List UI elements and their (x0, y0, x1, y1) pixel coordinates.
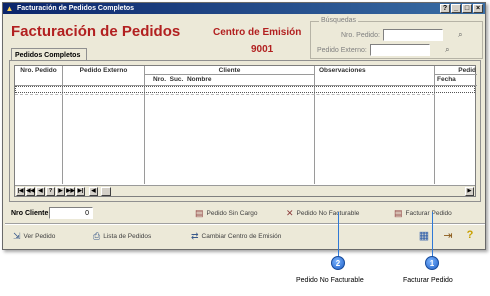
pedido-no-facturable-button[interactable]: ✕ Pedido No Facturable (286, 208, 359, 219)
col-nro-pedido[interactable]: Nro. Pedido (15, 66, 63, 86)
tab-panel: Nro. Pedido Pedido Externo Cliente Nro. … (9, 60, 481, 202)
nav-prev-page-button[interactable]: ◀◀ (26, 186, 35, 196)
col-pedido[interactable]: Pedid Fecha (435, 66, 477, 86)
exit-door-icon[interactable]: ⇥ (441, 228, 455, 242)
table-row-separator (15, 94, 435, 95)
pedido-sin-cargo-label: Pedido Sin Cargo (206, 210, 258, 217)
lista-de-pedidos-button[interactable]: ⎙ Lista de Pedidos (93, 231, 151, 242)
callout-label-2: Pedido No Facturable (296, 277, 364, 284)
nav-page-button[interactable]: ? (46, 186, 55, 196)
nro-pedido-label: Nro. Pedido: (341, 31, 380, 39)
grid-divider (62, 86, 63, 184)
callout-line-2 (338, 212, 339, 257)
col-pedido-externo[interactable]: Pedido Externo (63, 66, 145, 86)
col-cliente-nombre: Nombre (186, 76, 212, 83)
centro-emision-label: Centro de Emisión (213, 27, 302, 38)
col-observaciones[interactable]: Observaciones (315, 66, 435, 86)
pedido-no-facturable-label: Pedido No Facturable (296, 210, 360, 217)
col-cliente-suc: Suc. (169, 76, 184, 83)
col-pedido-label: Pedid (435, 66, 477, 75)
callout-badge-2: 2 (331, 256, 345, 270)
facturar-pedido-label: Facturar Pedido (405, 210, 452, 217)
horizontal-scrollbar-thumb[interactable] (101, 186, 111, 196)
window-controls: ? _ □ × (440, 4, 483, 13)
cambiar-centro-button[interactable]: ⇄ Cambiar Centro de Emisión (191, 231, 281, 242)
scroll-left-button[interactable]: ◀ (89, 186, 98, 196)
pedido-externo-label: Pedido Externo: (317, 46, 367, 54)
help-icon[interactable]: ? (463, 228, 477, 242)
view-icon: ⇲ (13, 231, 21, 241)
page-title: Facturación de Pedidos (11, 23, 181, 40)
nro-pedido-search-icon[interactable]: ⌕ (455, 30, 466, 41)
app-icon: ▲ (5, 4, 14, 13)
maximize-button[interactable]: □ (462, 4, 472, 13)
grid-divider (314, 86, 315, 184)
ver-pedido-label: Ver Pedido (23, 233, 56, 240)
nro-cliente-label: Nro Cliente: (11, 210, 51, 217)
scroll-right-button[interactable]: ▶ (465, 186, 474, 196)
lista-de-pedidos-label: Lista de Pedidos (103, 233, 152, 240)
nro-pedido-row: Nro. Pedido: ⌕ (341, 29, 466, 41)
help-window-button[interactable]: ? (440, 4, 450, 13)
centro-emision-value: 9001 (251, 44, 274, 55)
table-row-selected[interactable] (15, 86, 475, 93)
pedidos-grid: Nro. Pedido Pedido Externo Cliente Nro. … (14, 65, 477, 197)
col-pedido-fecha: Fecha (437, 76, 456, 83)
nav-prev-button[interactable]: ◀ (36, 186, 45, 196)
pedido-externo-input[interactable] (369, 44, 430, 56)
callout-line-1 (432, 212, 433, 257)
nav-next-button[interactable]: ▶ (56, 186, 65, 196)
col-cliente-sub: Nro. Suc. Nombre (145, 75, 314, 84)
callout-badge-1: 1 (425, 256, 439, 270)
change-icon: ⇄ (191, 231, 199, 241)
pedido-externo-row: Pedido Externo: ⌕ (317, 44, 453, 56)
busquedas-legend: Búsquedas (319, 17, 359, 24)
grid-divider (144, 86, 145, 184)
nav-next-page-button[interactable]: ▶▶ (66, 186, 75, 196)
cambiar-centro-label: Cambiar Centro de Emisión (201, 233, 282, 240)
col-nro-pedido-label: Nro. Pedido (20, 67, 57, 74)
col-pedido-externo-label: Pedido Externo (79, 67, 128, 74)
pedido-externo-search-icon[interactable]: ⌕ (442, 45, 453, 56)
col-cliente-label: Cliente (145, 66, 314, 75)
title-bar: ▲ Facturación de Pedidos Completos ? _ □… (3, 3, 485, 14)
calculator-icon[interactable]: ▦ (417, 228, 431, 242)
main-window: ▲ Facturación de Pedidos Completos ? _ □… (2, 2, 486, 250)
facturar-pedido-button[interactable]: ▤ Facturar Pedido (394, 208, 452, 219)
grid-divider (434, 86, 435, 184)
ver-pedido-button[interactable]: ⇲ Ver Pedido (13, 231, 55, 242)
cross-document-icon: ✕ (286, 208, 294, 218)
nro-pedido-input[interactable] (382, 29, 443, 41)
invoice-icon: ▤ (394, 208, 403, 218)
close-button[interactable]: × (473, 4, 483, 13)
nav-first-button[interactable]: |◀ (16, 186, 25, 196)
col-cliente-nro: Nro. (153, 76, 166, 83)
window-title: Facturación de Pedidos Completos (17, 5, 135, 12)
pedido-sin-cargo-button[interactable]: ▤ Pedido Sin Cargo (195, 208, 257, 219)
col-observaciones-label: Observaciones (319, 67, 366, 74)
nav-last-button[interactable]: ▶| (76, 186, 85, 196)
busquedas-group: Búsquedas Nro. Pedido: ⌕ Pedido Externo:… (310, 17, 483, 59)
printer-icon: ⎙ (93, 231, 101, 241)
callout-label-1: Facturar Pedido (403, 277, 453, 284)
col-cliente[interactable]: Cliente Nro. Suc. Nombre (145, 66, 315, 86)
document-icon: ▤ (195, 208, 204, 218)
nro-cliente-input[interactable] (49, 207, 93, 219)
grid-navigator: |◀ ◀◀ ◀ ? ▶ ▶▶ ▶| ◀ ▶ (15, 185, 475, 196)
footer-divider (5, 223, 485, 225)
minimize-button[interactable]: _ (451, 4, 461, 13)
